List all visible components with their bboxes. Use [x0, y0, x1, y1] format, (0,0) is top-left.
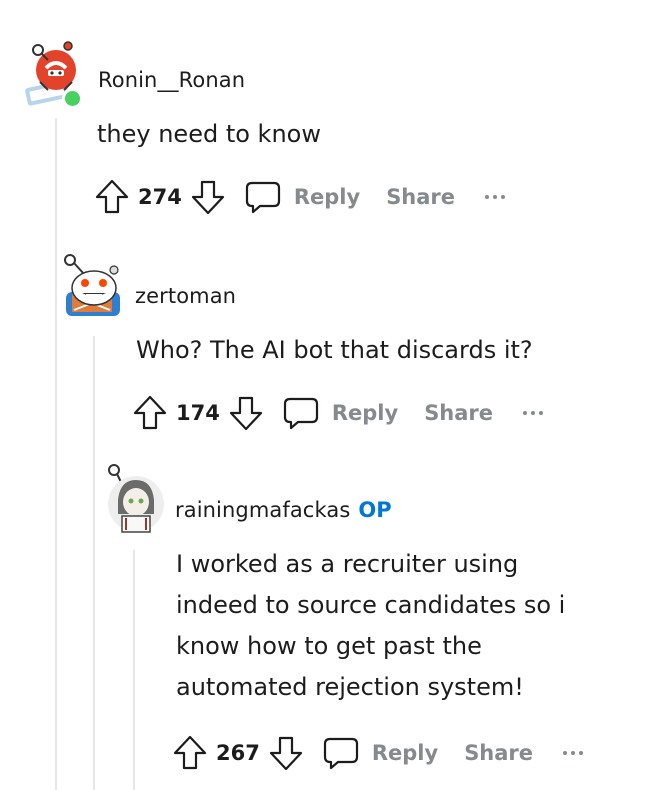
thread-line-1[interactable]	[55, 118, 57, 790]
reply-button[interactable]: Reply	[282, 395, 398, 431]
reply-button[interactable]: Reply	[244, 179, 360, 215]
avatar[interactable]	[104, 462, 166, 536]
reply-button[interactable]: Reply	[322, 735, 438, 771]
reply-label: Reply	[371, 741, 439, 765]
comment-author[interactable]: rainingmafackas OP	[175, 498, 392, 522]
thread-line-3[interactable]	[133, 550, 135, 790]
vote-score: 267	[216, 741, 260, 765]
op-badge: OP	[358, 498, 392, 522]
comment-icon	[322, 735, 360, 771]
vote-score: 274	[138, 185, 182, 209]
more-icon[interactable]	[523, 411, 544, 415]
comment-author[interactable]: Ronin__Ronan	[98, 68, 245, 92]
comment-actions: 267 Reply Share	[172, 733, 584, 773]
comment-body-line: know how to get past the	[176, 632, 482, 660]
upvote-icon[interactable]	[172, 734, 208, 772]
comment-actions: 274 Reply Share	[94, 177, 506, 217]
downvote-icon[interactable]	[268, 734, 304, 772]
comment-body-line: indeed to source candidates so i	[176, 591, 566, 619]
share-button[interactable]: Share	[424, 401, 493, 425]
avatar-image	[108, 464, 164, 533]
comment-body: Who? The AI bot that discards it?	[136, 336, 533, 364]
downvote-icon[interactable]	[190, 178, 226, 216]
comment-body-line: automated rejection system!	[176, 673, 524, 701]
reply-label: Reply	[293, 185, 361, 209]
comment-actions: 174 Reply Share	[132, 393, 544, 433]
downvote-icon[interactable]	[228, 394, 264, 432]
comment-icon	[244, 179, 282, 215]
vote-score: 174	[176, 401, 220, 425]
comment-author-name[interactable]: rainingmafackas	[175, 498, 350, 522]
more-icon[interactable]	[485, 195, 506, 199]
upvote-icon[interactable]	[132, 394, 168, 432]
comment-author[interactable]: zertoman	[135, 284, 236, 308]
comment-icon	[282, 395, 320, 431]
avatar[interactable]	[18, 38, 90, 110]
comment-body: I worked as a recruiter using indeed to …	[176, 544, 616, 708]
more-icon[interactable]	[563, 751, 584, 755]
avatar-image	[64, 254, 120, 316]
reply-label: Reply	[331, 401, 399, 425]
avatar[interactable]	[62, 250, 124, 322]
share-button[interactable]: Share	[386, 185, 455, 209]
online-status-dot	[62, 88, 83, 109]
share-button[interactable]: Share	[464, 741, 533, 765]
upvote-icon[interactable]	[94, 178, 130, 216]
comment-body-line: I worked as a recruiter using	[176, 550, 519, 578]
thread-line-2[interactable]	[93, 336, 95, 790]
comment-body: they need to know	[97, 120, 321, 148]
